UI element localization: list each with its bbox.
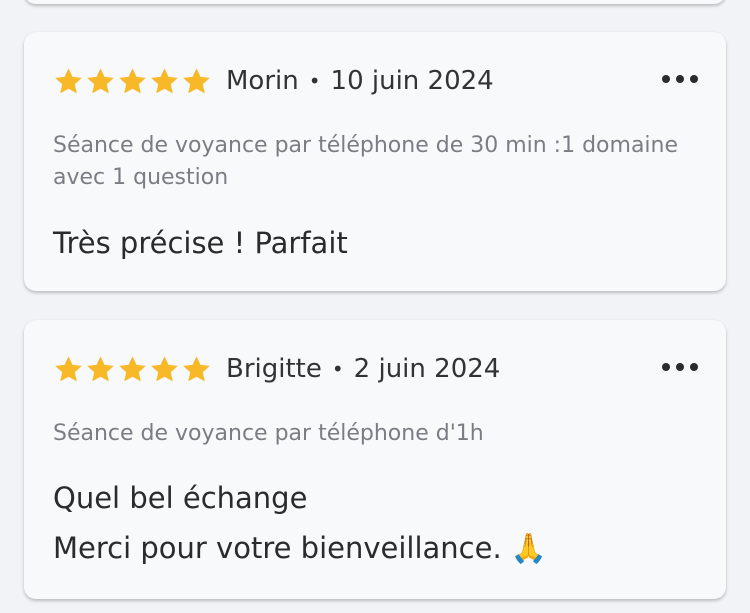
star-icon: [119, 67, 146, 93]
star-icon: [87, 67, 114, 93]
more-options-button[interactable]: [662, 67, 698, 91]
star-icon: [151, 355, 178, 381]
star-rating: [53, 66, 212, 97]
reviews-list: Morin • 10 juin 2024 Séance de voyance p…: [0, 0, 750, 613]
star-rating: [53, 354, 212, 385]
star-icon: [151, 67, 178, 93]
review-card-previous: [24, 0, 726, 4]
more-horizontal-icon: [690, 363, 698, 371]
more-horizontal-icon: [662, 363, 670, 371]
more-options-button[interactable]: [662, 355, 698, 379]
star-icon: [55, 355, 82, 381]
more-horizontal-icon: [662, 75, 670, 83]
review-card: Morin • 10 juin 2024 Séance de voyance p…: [24, 32, 726, 291]
star-icon: [183, 355, 210, 381]
review-service: Séance de voyance par téléphone de 30 mi…: [53, 133, 679, 190]
review-text: Très précise ! Parfait: [53, 226, 348, 260]
review-card: Brigitte • 2 juin 2024 Séance de voyance…: [24, 320, 726, 599]
star-icon: [183, 67, 210, 93]
more-horizontal-icon: [676, 75, 684, 83]
separator-dot: •: [331, 357, 344, 381]
review-header: Morin • 10 juin 2024: [53, 62, 494, 100]
more-horizontal-icon: [676, 363, 684, 371]
review-header: Brigitte • 2 juin 2024: [53, 350, 500, 388]
review-author: Brigitte: [226, 354, 322, 384]
review-date: 10 juin 2024: [330, 66, 494, 96]
review-author: Morin: [226, 66, 299, 96]
review-service: Séance de voyance par téléphone d'1h: [53, 421, 484, 446]
review-text: Quel bel échange Merci pour votre bienve…: [53, 481, 548, 565]
star-icon: [55, 67, 82, 93]
separator-dot: •: [308, 69, 321, 93]
star-icon: [119, 355, 146, 381]
star-icon: [87, 355, 114, 381]
review-date: 2 juin 2024: [353, 354, 501, 384]
more-horizontal-icon: [690, 75, 698, 83]
